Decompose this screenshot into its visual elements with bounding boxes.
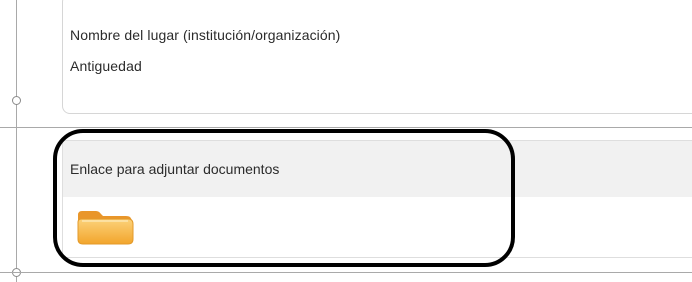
- seniority-label: Antiguedad: [70, 58, 142, 74]
- timeline-node: [12, 96, 21, 105]
- section-divider: [0, 127, 692, 128]
- place-details-card: [62, 0, 692, 114]
- timeline-line: [16, 0, 17, 282]
- highlight-annotation: [53, 129, 515, 267]
- section-divider: [0, 272, 692, 273]
- place-name-label: Nombre del lugar (institución/organizaci…: [70, 27, 341, 43]
